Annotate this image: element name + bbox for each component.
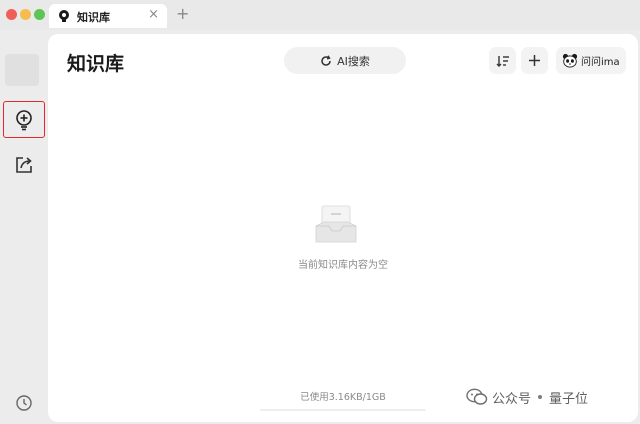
panda-icon (562, 53, 578, 68)
tab-knowledge-base[interactable]: 知识库 × (49, 4, 167, 28)
watermark: 公众号 量子位 (466, 386, 588, 408)
sidebar-item-share[interactable] (3, 146, 45, 183)
watermark-text-left: 公众号 (492, 391, 532, 407)
sidebar-item-history[interactable] (3, 384, 45, 421)
wechat-icon (466, 388, 488, 405)
tab-title: 知识库 (77, 11, 110, 24)
ask-ima-label: 问问ima (581, 57, 620, 68)
empty-box-icon (315, 205, 357, 243)
sidebar-item-knowledge-base[interactable] (3, 101, 45, 138)
minimize-window-button[interactable] (20, 9, 31, 20)
sort-button[interactable] (489, 47, 516, 74)
close-window-button[interactable] (6, 9, 17, 20)
add-button[interactable] (521, 47, 548, 74)
bulb-plus-icon (16, 109, 32, 130)
empty-state-message: 当前知识库内容为空 (298, 260, 388, 271)
title-bar: 知识库 × + (0, 0, 640, 30)
share-arrow-icon (16, 156, 32, 173)
page-title: 知识库 (67, 53, 125, 75)
avatar[interactable] (5, 54, 39, 86)
tab-close-button[interactable]: × (148, 7, 159, 23)
watermark-separator (538, 395, 543, 399)
plus-icon (529, 55, 540, 66)
main-panel: 知识库 AI搜索 问问ima 当前知识库内容为空 已使用3.16KB/1GB (48, 34, 638, 422)
ai-search-button[interactable]: AI搜索 (284, 47, 406, 74)
bulb-icon (59, 10, 69, 22)
watermark-text-right: 量子位 (549, 391, 589, 407)
new-tab-button[interactable]: + (176, 5, 189, 23)
sidebar (0, 30, 48, 424)
ai-search-label: AI搜索 (337, 54, 370, 68)
refresh-search-icon (321, 54, 331, 66)
storage-usage-bar (260, 409, 426, 411)
maximize-window-button[interactable] (34, 9, 45, 20)
sort-icon (496, 55, 509, 67)
ask-ima-button[interactable]: 问问ima (556, 47, 626, 74)
clock-icon (16, 394, 32, 411)
